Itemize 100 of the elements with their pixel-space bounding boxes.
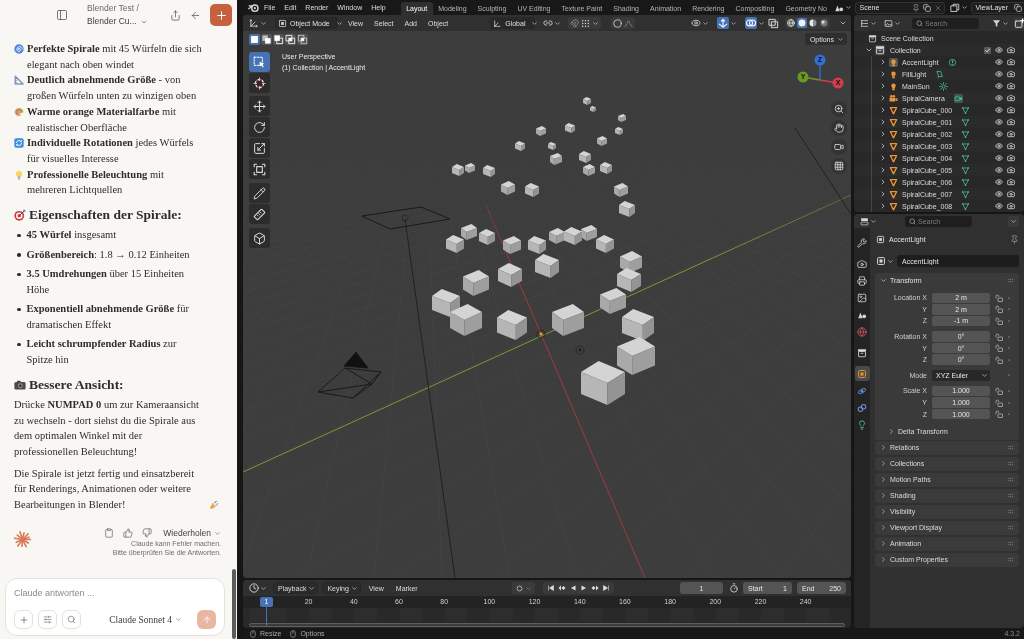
camera-icon[interactable]: [1007, 106, 1015, 114]
pivot-button[interactable]: [542, 17, 563, 29]
box-plus-icon[interactable]: [1014, 17, 1024, 29]
retry-button[interactable]: Wiederholen: [163, 528, 221, 539]
object-tab[interactable]: [854, 366, 870, 381]
open-lock-icon[interactable]: [995, 355, 1003, 364]
rotate-tool[interactable]: [249, 117, 270, 137]
close-icon[interactable]: [933, 3, 942, 12]
eye-icon[interactable]: [995, 202, 1003, 210]
open-lock-icon[interactable]: [995, 344, 1003, 353]
selection-mode-icon[interactable]: [261, 33, 272, 45]
camera-icon[interactable]: [1007, 46, 1015, 54]
camera-icon[interactable]: [1007, 142, 1015, 150]
camera-icon[interactable]: [1007, 58, 1015, 66]
share-icon[interactable]: [170, 9, 181, 21]
open-lock-icon[interactable]: [995, 293, 1003, 302]
copy-icon[interactable]: [922, 3, 931, 12]
eye-icon[interactable]: [995, 154, 1003, 162]
triangle-vertices-icon[interactable]: [961, 117, 971, 127]
solid-sphere-icon[interactable]: [797, 18, 807, 28]
eye-icon[interactable]: [995, 94, 1003, 102]
eye-icon[interactable]: [995, 58, 1003, 66]
triangle-vertices-icon[interactable]: [961, 105, 971, 115]
snapping-toggle[interactable]: [568, 17, 602, 29]
play-icon[interactable]: [579, 584, 588, 592]
tool-tab[interactable]: [854, 235, 870, 250]
proportional-editing-toggle[interactable]: [611, 17, 636, 29]
open-lock-icon[interactable]: [995, 305, 1003, 314]
eye-icon[interactable]: [995, 106, 1003, 114]
triangle-vertices-icon[interactable]: [961, 129, 971, 139]
camera-icon[interactable]: [1007, 70, 1015, 78]
visibility-button[interactable]: [690, 17, 710, 29]
gizmo-dropdown[interactable]: [716, 17, 738, 29]
half-shaded-sphere-icon[interactable]: [808, 18, 818, 28]
camera-icon[interactable]: [1007, 118, 1015, 126]
record-button[interactable]: [511, 582, 535, 594]
camera-icon[interactable]: [1007, 178, 1015, 186]
editor-type-button[interactable]: [248, 17, 268, 29]
timeline-scrollbar[interactable]: [249, 623, 845, 627]
overlapping-squares-icon[interactable]: [768, 17, 779, 29]
add-cube-tool[interactable]: [249, 228, 270, 248]
triangle-vertices-icon[interactable]: [961, 165, 971, 175]
project-breadcrumb[interactable]: Blender Test /: [87, 3, 139, 14]
projection-button[interactable]: [831, 158, 847, 174]
camera-icon[interactable]: [1007, 166, 1015, 174]
selection-mode-icon[interactable]: [249, 33, 260, 45]
back-arrow-icon[interactable]: [190, 9, 201, 21]
funnel-button[interactable]: [991, 17, 1010, 29]
camera-icon[interactable]: [1007, 154, 1015, 162]
open-lock-icon[interactable]: [995, 386, 1003, 395]
eye-icon[interactable]: [995, 142, 1003, 150]
view-layer-selector-button[interactable]: [948, 1, 969, 14]
output-tab[interactable]: [854, 273, 870, 288]
cursor-tool[interactable]: [249, 73, 270, 93]
message-input[interactable]: Claude antworten ...: [14, 586, 216, 599]
thumbs-down-icon[interactable]: [142, 528, 153, 539]
measure-tool[interactable]: [249, 204, 270, 224]
shaded-sphere-icon[interactable]: [819, 18, 829, 28]
next-keyframe-icon[interactable]: [590, 584, 599, 592]
open-lock-icon[interactable]: [995, 398, 1003, 407]
pin-icon[interactable]: [911, 3, 920, 12]
eye-icon[interactable]: [995, 190, 1003, 198]
scale-tool[interactable]: [249, 138, 270, 158]
object-type-button[interactable]: [875, 255, 895, 267]
camera-icon[interactable]: [1007, 94, 1015, 102]
camera-icon[interactable]: [1007, 82, 1015, 90]
eye-icon[interactable]: [995, 46, 1003, 54]
sun-icon[interactable]: [938, 81, 948, 91]
annotate-tool[interactable]: [249, 183, 270, 203]
transform-tool[interactable]: [249, 159, 270, 179]
select-box-tool[interactable]: [249, 52, 270, 72]
triangle-vertices-icon[interactable]: [961, 201, 971, 211]
model-selector[interactable]: Claude Sonnet 4: [109, 614, 182, 625]
eye-icon[interactable]: [995, 82, 1003, 90]
eye-icon[interactable]: [995, 118, 1003, 126]
jump-end-icon[interactable]: [601, 584, 610, 592]
options-button[interactable]: [1008, 215, 1019, 227]
jump-start-icon[interactable]: [546, 584, 555, 592]
wireframe-sphere-icon[interactable]: [786, 18, 796, 28]
selection-mode-icon[interactable]: [285, 33, 296, 45]
triangle-vertices-icon[interactable]: [961, 141, 971, 151]
eye-icon[interactable]: [995, 70, 1003, 78]
clipboard-icon[interactable]: [104, 528, 115, 539]
checkbox[interactable]: [984, 46, 991, 54]
overlays-dropdown[interactable]: [744, 17, 766, 29]
selection-mode-icon[interactable]: [297, 33, 308, 45]
parallelogram-icon[interactable]: [935, 69, 945, 79]
editor-type-button[interactable]: [859, 215, 878, 227]
filter-button[interactable]: [883, 17, 902, 29]
selection-mode-icon[interactable]: [273, 33, 284, 45]
pin-icon[interactable]: [1010, 234, 1019, 244]
eye-icon[interactable]: [995, 130, 1003, 138]
open-lock-icon[interactable]: [995, 317, 1003, 325]
open-lock-icon[interactable]: [995, 332, 1003, 341]
triangle-vertices-icon[interactable]: [961, 189, 971, 199]
app-logo-icon[interactable]: [248, 2, 259, 13]
previous-keyframe-icon[interactable]: [557, 584, 566, 592]
triangle-vertices-icon[interactable]: [961, 153, 971, 163]
move-tool[interactable]: [249, 96, 270, 116]
new-chat-button[interactable]: [210, 4, 232, 26]
